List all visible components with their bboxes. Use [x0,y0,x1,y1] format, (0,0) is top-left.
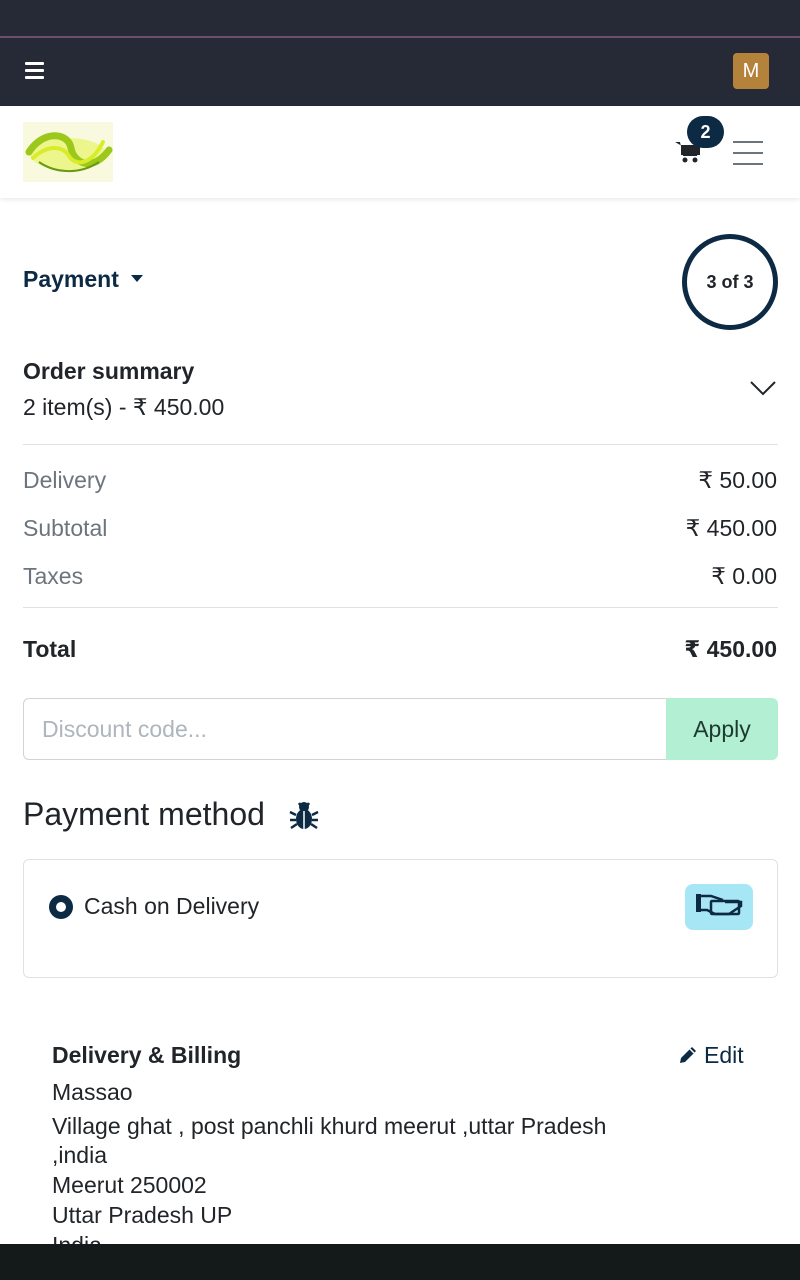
step-title: Payment [23,266,119,292]
address-name: Massao [52,1079,133,1105]
delivery-value: ₹ 50.00 [698,467,777,493]
payment-method-card[interactable]: Cash on Delivery [23,859,778,978]
bug-icon [289,802,319,830]
cash-hand-icon [685,884,753,930]
order-summary-title: Order summary [23,358,195,384]
address-state: Uttar Pradesh UP [52,1202,233,1228]
taxes-value: ₹ 0.00 [711,563,777,589]
edit-label: Edit [704,1042,744,1068]
delivery-billing-title: Delivery & Billing [52,1042,242,1068]
navbar: 2 [0,106,800,198]
top-divider [0,36,800,38]
avatar[interactable]: M [733,53,769,89]
step-indicator: 3 of 3 [682,234,778,330]
subtotal-value: ₹ 450.00 [685,515,777,541]
hamburger-icon[interactable] [733,141,763,165]
order-summary-subtitle: 2 item(s) - ₹ 450.00 [23,394,225,420]
pencil-icon [680,1047,696,1063]
menu-icon[interactable] [25,62,44,79]
address-line: Village ghat , post panchli khurd meerut… [52,1113,607,1139]
subtotal-label: Subtotal [23,515,108,541]
address-line: ,india [52,1142,107,1168]
chevron-down-icon[interactable] [750,380,776,396]
brand-logo[interactable] [23,122,113,182]
discount-code-input[interactable] [23,698,666,760]
taxes-label: Taxes [23,563,84,589]
step-dropdown[interactable]: Payment [23,266,143,293]
caret-down-icon [130,275,143,282]
top-bar: M [0,0,800,106]
address-city-zip: Meerut 250002 [52,1172,207,1198]
divider [23,444,778,445]
total-value: ₹ 450.00 [684,636,777,662]
bottom-bar [0,1244,800,1280]
edit-address-link[interactable]: Edit [678,1042,744,1069]
cart-count-badge: 2 [687,116,724,148]
total-label: Total [23,636,77,662]
delivery-label: Delivery [23,467,107,493]
cod-label[interactable]: Cash on Delivery [84,893,259,920]
cod-radio[interactable] [49,895,73,919]
payment-method-title: Payment method [23,796,265,832]
divider [23,607,778,608]
apply-button[interactable]: Apply [666,698,778,760]
